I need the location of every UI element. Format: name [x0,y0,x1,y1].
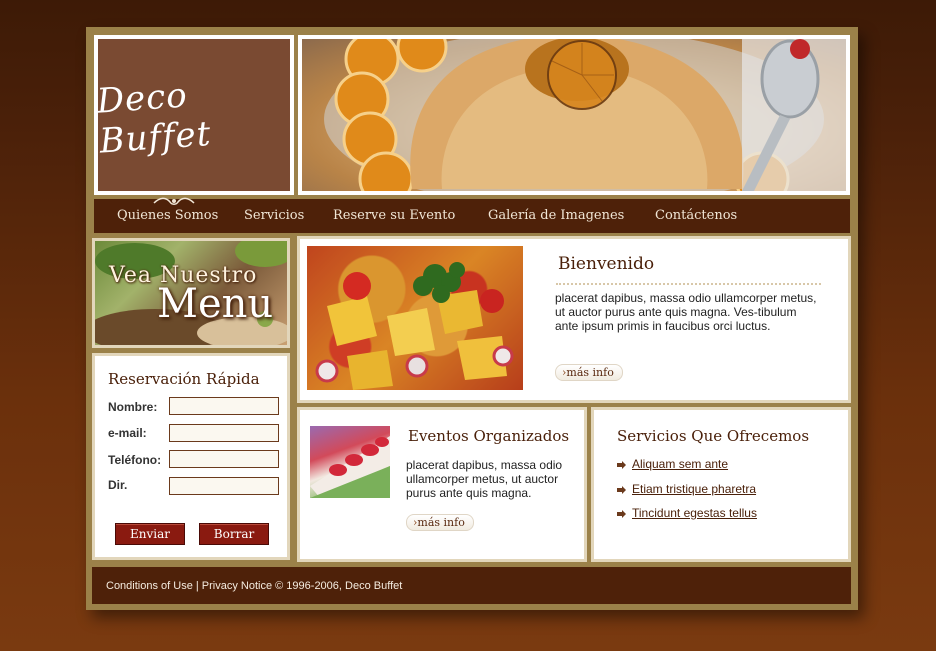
welcome-title: Bienvenido [558,254,655,274]
logo-text: Deco Buffet [95,75,213,162]
footer-text[interactable]: Conditions of Use | Privacy Notice © 199… [106,580,402,592]
name-field[interactable] [169,397,279,415]
arrow-right-icon [617,510,626,518]
events-title: Eventos Organizados [408,427,570,445]
name-label: Nombre: [108,400,158,414]
events-panel: Eventos Organizados placerat dapibus, ma… [297,407,587,562]
reservation-title: Reservación Rápida [108,370,260,388]
nav-item-servicios[interactable]: Servicios [244,208,304,223]
menu-promo-line2: Menu [157,281,274,327]
email-field[interactable] [169,424,279,442]
page-frame: Deco Buffet Quienes Somos Servicios Rese… [86,27,858,610]
hero-image-flan [302,39,846,191]
welcome-divider [556,283,821,285]
events-content: Eventos Organizados placerat dapibus, ma… [300,410,584,559]
services-panel: Servicios Que Ofrecemos Aliquam sem ante… [591,407,851,562]
arrow-right-icon [617,461,626,469]
events-more-info-button[interactable]: más info [406,514,474,531]
hero-panel [298,35,850,195]
welcome-content: Bienvenido placerat dapibus, massa odio … [300,239,848,400]
service-item-link[interactable]: Aliquam sem ante [632,457,728,471]
nav-item-galeria[interactable]: Galería de Imagenes [488,208,624,223]
main-nav: Quienes Somos Servicios Reserve su Event… [94,197,850,233]
flan-illustration [324,39,846,191]
menu-promo-panel[interactable]: Vea Nuestro Menu [92,238,290,348]
phone-label: Teléfono: [108,453,162,467]
arrow-right-icon [617,486,626,494]
reservation-panel: Reservación Rápida Nombre: e-mail: Teléf… [92,353,290,560]
logo-panel[interactable]: Deco Buffet [94,35,294,195]
welcome-body: placerat dapibus, massa odio ullamcorper… [555,291,817,333]
salad-illustration [307,246,523,390]
reset-button[interactable]: Borrar [199,523,269,545]
welcome-more-info-button[interactable]: más info [555,364,623,381]
dessert-illustration [310,436,390,498]
address-field[interactable] [169,477,279,495]
services-content: Servicios Que Ofrecemos Aliquam sem ante… [594,410,848,559]
nav-item-contactenos[interactable]: Contáctenos [655,208,737,223]
salad-image [307,246,523,390]
reservation-form: Reservación Rápida Nombre: e-mail: Teléf… [95,356,287,557]
phone-field[interactable] [169,450,279,468]
menu-promo-banner[interactable]: Vea Nuestro Menu [95,241,287,345]
email-label: e-mail: [108,426,147,440]
dessert-image [310,426,390,498]
service-item-link[interactable]: Etiam tristique pharetra [632,482,756,496]
services-title: Servicios Que Ofrecemos [617,427,810,445]
address-label: Dir. [108,478,128,492]
logo[interactable]: Deco Buffet [95,39,290,191]
nav-item-quienes-somos[interactable]: Quienes Somos [117,208,218,223]
submit-button[interactable]: Enviar [115,523,185,545]
events-body: placerat dapibus, massa odio ullamcorper… [406,458,563,500]
nav-item-reserve-evento[interactable]: Reserve su Evento [333,208,455,223]
footer: Conditions of Use | Privacy Notice © 199… [92,567,851,604]
welcome-panel: Bienvenido placerat dapibus, massa odio … [297,236,851,403]
service-item-link[interactable]: Tincidunt egestas tellus [632,506,757,520]
